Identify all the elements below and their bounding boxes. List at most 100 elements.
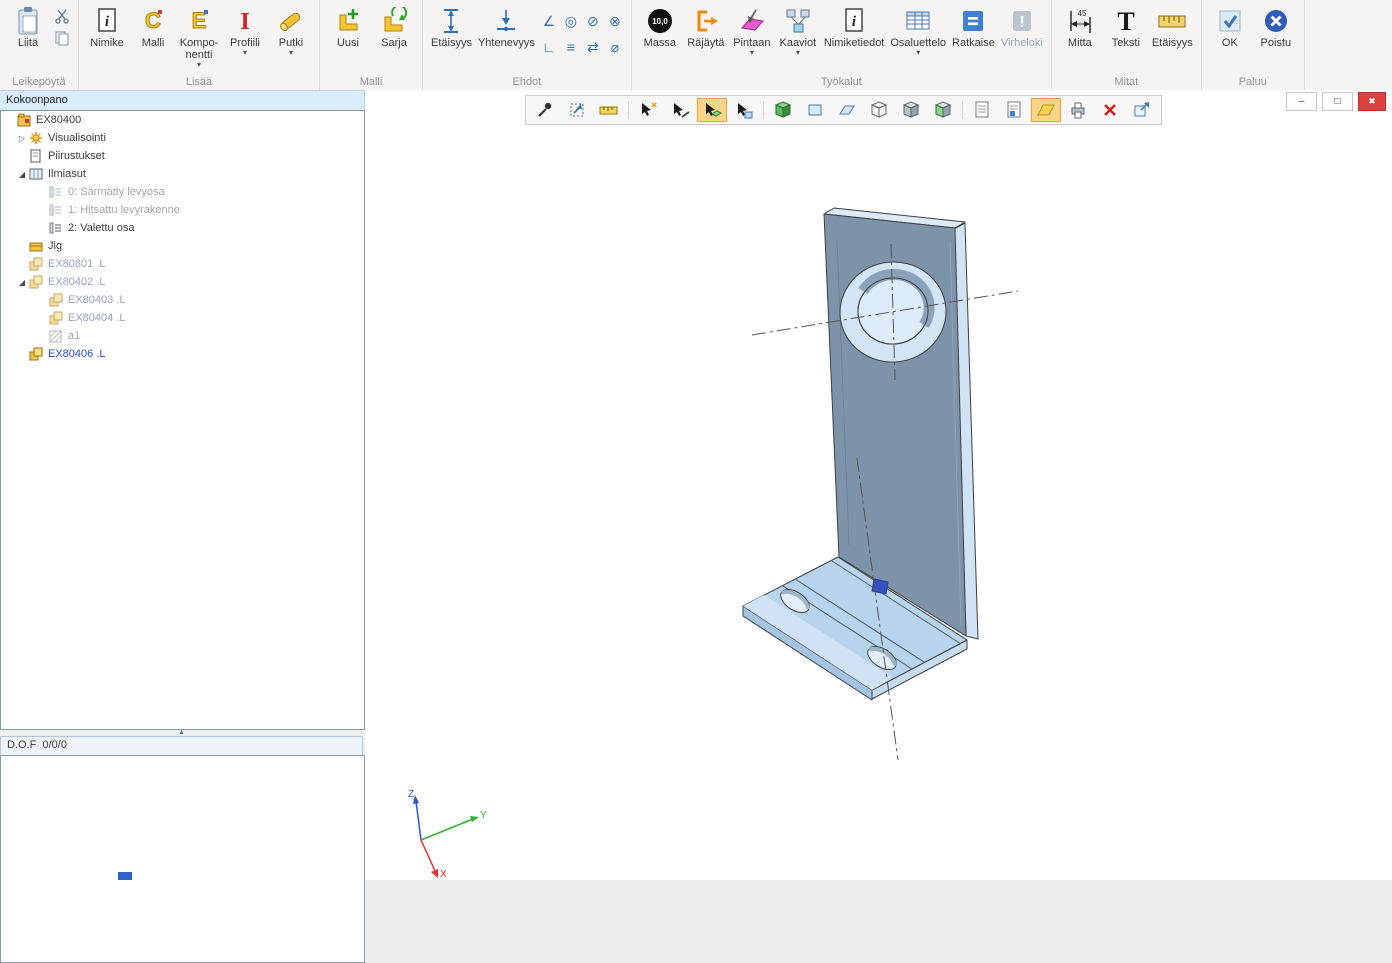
delete-icon[interactable] <box>1095 98 1125 122</box>
measure-button[interactable]: 45 Mitta <box>1057 4 1103 50</box>
expander-icon[interactable]: ◢ <box>15 278 29 287</box>
parts-list-button[interactable]: Osaluettelo ▾ <box>887 4 949 57</box>
tree-item-jig[interactable]: Jig <box>1 237 364 255</box>
distance-constraint-button[interactable]: Etäisyys <box>428 4 475 50</box>
exit-button[interactable]: Poistu <box>1253 4 1299 50</box>
dropdown-icon[interactable]: ▾ <box>796 49 800 56</box>
solve-button[interactable]: Ratkaise <box>949 4 998 50</box>
cut-icon[interactable] <box>53 8 71 24</box>
new-button[interactable]: Uusi <box>325 4 371 50</box>
series-button[interactable]: Sarja <box>371 4 417 50</box>
constraint-angle-button[interactable]: ∠ <box>538 8 560 34</box>
expander-icon[interactable]: ◢ <box>15 170 29 179</box>
copy-icon[interactable] <box>53 30 71 46</box>
select-plane-icon[interactable] <box>729 98 759 122</box>
model-3d[interactable] <box>365 90 1392 880</box>
item-data-button[interactable]: i Nimiketiedot <box>821 4 888 50</box>
maximize-button[interactable]: □ <box>1322 92 1353 111</box>
box-face-icon[interactable] <box>928 98 958 122</box>
toolbar-separator <box>763 101 764 119</box>
constraint-swap-button[interactable]: ⇄ <box>582 34 604 60</box>
print-icon[interactable] <box>1063 98 1093 122</box>
measure-icon[interactable] <box>594 98 624 122</box>
solid-view-icon[interactable] <box>768 98 798 122</box>
ribbon-group-tools: 10,0 Massa Räjäytä Pintaan ▾ Kaaviot ▾ <box>632 0 1052 90</box>
explode-icon <box>692 5 720 37</box>
ok-button[interactable]: OK <box>1207 4 1253 50</box>
coincidence-button[interactable]: Yhtenevyys <box>475 4 538 50</box>
svg-text:T: T <box>1117 7 1134 35</box>
expander-icon[interactable]: ▷ <box>15 134 29 143</box>
ribbon: Liitä Leikepöytä i Nimike C Malli <box>0 0 1392 91</box>
minimize-button[interactable]: – <box>1286 92 1317 111</box>
distance-button[interactable]: Etäisyys <box>1149 4 1196 50</box>
component-icon <box>49 311 65 325</box>
tree-item-ex80801[interactable]: EX80801 .L <box>1 255 364 273</box>
tree-item-root[interactable]: EX80400 <box>1 111 364 129</box>
tree-item-representation-1[interactable]: 1: Hitsattu levyrakenne <box>1 201 364 219</box>
dropdown-icon[interactable]: ▾ <box>289 49 293 56</box>
ribbon-group-model: Uusi Sarja Malli <box>320 0 423 90</box>
profile-button[interactable]: I Profiili ▾ <box>222 4 268 57</box>
plane-view-icon[interactable] <box>832 98 862 122</box>
model-c-icon: C <box>140 5 166 37</box>
mass-icon: 10,0 <box>646 5 674 37</box>
model-viewport[interactable]: – □ ✖ Z Y X <box>365 90 1392 880</box>
tree-item-ex80406[interactable]: EX80406 .L <box>1 345 364 363</box>
part-list-icon[interactable] <box>967 98 997 122</box>
mass-button[interactable]: 10,0 Massa <box>637 4 683 50</box>
dropdown-icon[interactable]: ▾ <box>243 49 247 56</box>
property-area[interactable] <box>0 755 365 963</box>
constraint-parallel-button[interactable]: ≡ <box>560 34 582 60</box>
axis-x-label: X <box>440 869 447 880</box>
assembly-tree[interactable]: EX80400 ▷ Visualisointi Piirustukset ◢ I… <box>0 110 365 730</box>
pin-icon[interactable] <box>530 98 560 122</box>
constraint-perpendicular-button[interactable]: ∟ <box>538 34 560 60</box>
paste-button[interactable]: Liitä <box>5 4 51 50</box>
tree-item-representation-0[interactable]: 0: Särmätty levyosa <box>1 183 364 201</box>
panel-title: Kokoonpano <box>0 90 365 111</box>
tree-item-ex80404[interactable]: EX80404 .L <box>1 309 364 327</box>
tree-item-visualization[interactable]: ▷ Visualisointi <box>1 129 364 147</box>
explode-button[interactable]: Räjäytä <box>683 4 729 50</box>
close-button[interactable]: ✖ <box>1358 92 1386 111</box>
panel-splitter-handle[interactable]: ▲ <box>0 729 363 736</box>
face-view-icon[interactable] <box>800 98 830 122</box>
series-icon <box>380 5 408 37</box>
constraint-exclude-button[interactable]: ⊘ <box>582 8 604 34</box>
workplane-icon[interactable] <box>1031 98 1061 122</box>
toolbar-separator <box>962 101 963 119</box>
error-log-button[interactable]: ! Virheloki <box>998 4 1046 50</box>
select-face-icon[interactable] <box>697 98 727 122</box>
zoom-extents-icon[interactable] <box>562 98 592 122</box>
dropdown-icon[interactable]: ▾ <box>197 61 201 68</box>
constraint-diameter-button[interactable]: ⌀ <box>604 34 626 60</box>
part-list-blue-icon[interactable] <box>999 98 1029 122</box>
tree-item-ex80403[interactable]: EX80403 .L <box>1 291 364 309</box>
diagrams-button[interactable]: Kaaviot ▾ <box>775 4 821 57</box>
dropdown-icon[interactable]: ▾ <box>750 49 754 56</box>
select-vertex-icon[interactable] <box>633 98 663 122</box>
component-button[interactable]: E Kompo- nentti ▾ <box>176 4 222 69</box>
to-surface-button[interactable]: Pintaan ▾ <box>729 4 775 57</box>
box-wireframe-icon[interactable] <box>864 98 894 122</box>
dropdown-icon[interactable]: ▾ <box>916 49 920 56</box>
tree-item-a1[interactable]: a1 <box>1 327 364 345</box>
coincidence-icon <box>493 5 519 37</box>
pipe-button[interactable]: Putki ▾ <box>268 4 314 57</box>
select-edge-icon[interactable] <box>665 98 695 122</box>
box-shaded-icon[interactable] <box>896 98 926 122</box>
tree-item-ex80402[interactable]: ◢ EX80402 .L <box>1 273 364 291</box>
tree-item-drawings[interactable]: Piirustukset <box>1 147 364 165</box>
tree-item-representation-2[interactable]: 2: Valettu osa <box>1 219 364 237</box>
export-view-icon[interactable] <box>1127 98 1157 122</box>
item-button[interactable]: i Nimike <box>84 4 130 50</box>
svg-text:!: ! <box>1019 14 1024 31</box>
constraint-fix-button[interactable]: ⊗ <box>604 8 626 34</box>
text-button[interactable]: T Teksti <box>1103 4 1149 50</box>
constraint-concentric-button[interactable]: ◎ <box>560 8 582 34</box>
tree-item-representations[interactable]: ◢ Ilmiasut <box>1 165 364 183</box>
model-button[interactable]: C Malli <box>130 4 176 50</box>
assembly-root-icon <box>17 113 33 127</box>
error-log-icon: ! <box>1009 5 1035 37</box>
